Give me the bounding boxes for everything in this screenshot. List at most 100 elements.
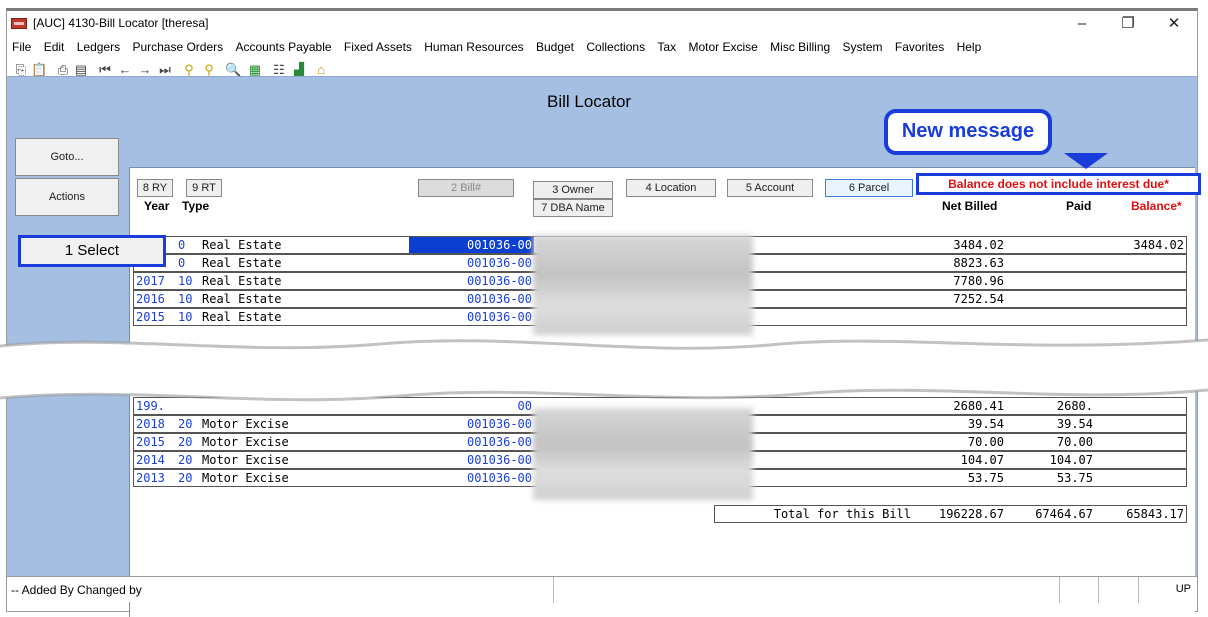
net-billed-cell: 39.54 <box>913 415 1007 433</box>
type-cell: Real Estate <box>200 290 410 308</box>
minimize-icon[interactable]: – <box>1059 13 1105 35</box>
net-billed-cell: 7780.96 <box>913 272 1007 290</box>
bill-number-cell[interactable]: 001036-00 <box>409 469 535 487</box>
net-billed-cell: 8823.63 <box>913 254 1007 272</box>
type-cell: Motor Excise <box>200 451 410 469</box>
type-code-cell: 0 <box>176 236 201 254</box>
sort-owner-button[interactable]: 3 Owner <box>533 181 613 199</box>
type-cell: Motor Excise <box>200 469 410 487</box>
new-message-callout: New message <box>884 109 1052 155</box>
balance-cell <box>1095 433 1187 451</box>
goto-button[interactable]: Goto... <box>15 138 119 176</box>
year-cell: 2014 <box>133 451 177 469</box>
menu-system[interactable]: System <box>838 37 887 54</box>
torn-page-break <box>0 338 1208 402</box>
menu-file[interactable]: File <box>7 37 35 54</box>
select-button[interactable]: 1 Select <box>18 235 166 267</box>
year-cell: 2013 <box>133 469 177 487</box>
balance-cell: 3484.02 <box>1095 236 1187 254</box>
balance-cell <box>1095 451 1187 469</box>
status-bar: -- Added By Changed by UP <box>7 576 1197 603</box>
sort-dba-name-button[interactable]: 7 DBA Name <box>533 199 613 217</box>
bill-number-cell[interactable]: 001036-00 <box>409 254 535 272</box>
close-icon[interactable]: ✕ <box>1151 13 1197 35</box>
type-code-cell: 20 <box>176 433 201 451</box>
totals-label: Total for this Bill <box>714 505 914 523</box>
year-cell: 2016 <box>133 290 177 308</box>
net-billed-cell <box>913 308 1007 326</box>
callout-pointer <box>1064 153 1108 169</box>
menu-budget[interactable]: Budget <box>531 37 578 54</box>
menu-purchase-orders[interactable]: Purchase Orders <box>127 37 227 54</box>
year-cell: 2017 <box>133 272 177 290</box>
type-code-cell: 10 <box>176 290 201 308</box>
net-billed-cell: 70.00 <box>913 433 1007 451</box>
year-cell: 2015 <box>133 433 177 451</box>
menu-collections[interactable]: Collections <box>581 37 649 54</box>
paid-cell <box>1006 308 1096 326</box>
sort-ry-button[interactable]: 8 RY <box>137 179 173 197</box>
sort-account-button[interactable]: 5 Account <box>727 179 813 197</box>
balance-cell <box>1095 308 1187 326</box>
redacted-owner-area-lower <box>533 408 753 500</box>
app-logo-icon <box>11 18 27 29</box>
menu-favorites[interactable]: Favorites <box>890 37 948 54</box>
totals-net-billed: 196228.67 <box>913 505 1007 523</box>
sort-bill-button[interactable]: 2 Bill# <box>418 179 514 197</box>
paid-cell <box>1006 290 1096 308</box>
paid-column-header: Paid <box>1066 199 1092 213</box>
bill-number-cell[interactable]: 001036-00 <box>409 433 535 451</box>
type-column-header: Type <box>182 199 210 213</box>
bill-number-cell[interactable]: 001036-00 <box>409 272 535 290</box>
type-code-cell: 20 <box>176 415 201 433</box>
menu-bar: File Edit Ledgers Purchase Orders Accoun… <box>7 37 1197 57</box>
redacted-owner-area <box>533 235 753 335</box>
menu-misc-billing[interactable]: Misc Billing <box>765 37 834 54</box>
restore-icon[interactable]: ❐ <box>1105 13 1151 35</box>
paid-cell <box>1006 272 1096 290</box>
sort-location-button[interactable]: 4 Location <box>626 179 716 197</box>
paid-cell: 39.54 <box>1006 415 1096 433</box>
sort-rt-button[interactable]: 9 RT <box>186 179 222 197</box>
menu-edit[interactable]: Edit <box>39 37 69 54</box>
sort-parcel-button[interactable]: 6 Parcel <box>825 179 913 197</box>
menu-ledgers[interactable]: Ledgers <box>72 37 124 54</box>
menu-fixed-assets[interactable]: Fixed Assets <box>339 37 416 54</box>
actions-button[interactable]: Actions <box>15 178 119 216</box>
balance-cell <box>1095 415 1187 433</box>
type-code-cell: 20 <box>176 451 201 469</box>
year-column-header: Year <box>144 199 170 213</box>
menu-accounts-payable[interactable]: Accounts Payable <box>230 37 335 54</box>
year-cell: 2018 <box>133 415 177 433</box>
bill-number-cell[interactable]: 001036-00 <box>409 236 535 254</box>
totals-row: Total for this Bill 196228.67 67464.67 6… <box>0 505 1208 523</box>
status-divider <box>1138 577 1139 603</box>
window-title: [AUC] 4130-Bill Locator [theresa] <box>33 16 209 30</box>
type-cell: Real Estate <box>200 272 410 290</box>
type-cell: Motor Excise <box>200 433 410 451</box>
menu-human-resources[interactable]: Human Resources <box>419 37 527 54</box>
totals-paid: 67464.67 <box>1006 505 1096 523</box>
status-divider <box>553 577 554 603</box>
balance-column-header: Balance* <box>1131 199 1182 213</box>
balance-interest-message: Balance does not include interest due* <box>916 173 1201 195</box>
status-divider <box>1059 577 1060 603</box>
menu-help[interactable]: Help <box>952 37 986 54</box>
bill-number-cell[interactable]: 001036-00 <box>409 451 535 469</box>
type-code-cell: 0 <box>176 254 201 272</box>
year-cell: 2015 <box>133 308 177 326</box>
bill-number-cell[interactable]: 001036-00 <box>409 308 535 326</box>
menu-tax[interactable]: Tax <box>652 37 680 54</box>
paid-cell <box>1006 236 1096 254</box>
page-title: Bill Locator <box>547 92 632 111</box>
status-text: -- Added By Changed by <box>11 583 142 597</box>
paid-cell <box>1006 254 1096 272</box>
status-mode: UP <box>1175 583 1191 595</box>
menu-motor-excise[interactable]: Motor Excise <box>683 37 761 54</box>
status-divider <box>1098 577 1099 603</box>
type-cell: Real Estate <box>200 254 410 272</box>
bill-number-cell[interactable]: 001036-00 <box>409 415 535 433</box>
bill-number-cell[interactable]: 001036-00 <box>409 290 535 308</box>
paid-cell: 70.00 <box>1006 433 1096 451</box>
type-cell: Real Estate <box>200 236 410 254</box>
